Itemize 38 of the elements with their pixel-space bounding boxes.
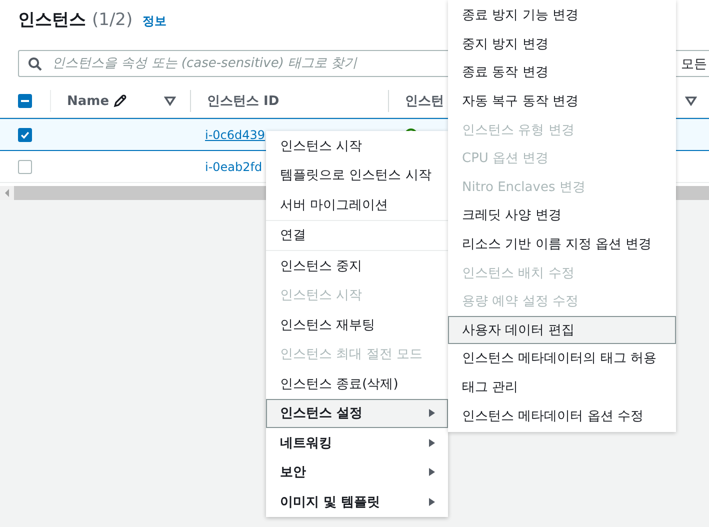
menu-item[interactable]: 인스턴스 시작	[266, 131, 448, 160]
row-checkbox[interactable]	[18, 128, 32, 142]
menu-item[interactable]: 인스턴스 설정	[266, 398, 448, 428]
column-header[interactable]: 인스턴스 ID	[207, 92, 280, 110]
menu-item[interactable]: 리소스 기반 이름 지정 옵션 변경	[448, 230, 676, 258]
menu-item[interactable]: 인스턴스 메타데이터 옵션 수정	[448, 401, 676, 430]
page-title: 인스턴스	[18, 9, 86, 31]
row-checkbox[interactable]	[18, 160, 32, 174]
menu-item[interactable]: 템플릿으로 인스턴스 시작	[266, 160, 448, 190]
instance-count: (1/2)	[92, 10, 133, 30]
menu-item[interactable]: 이미지 및 템플릿	[266, 487, 448, 516]
search-icon	[28, 57, 42, 71]
menu-item[interactable]: 연결	[266, 220, 448, 250]
menu-item[interactable]: 사용자 데이터 편집	[448, 316, 676, 344]
menu-item[interactable]: 종료 방지 기능 변경	[448, 1, 676, 30]
menu-item[interactable]: 인스턴스 종료(삭제)	[266, 369, 448, 398]
instance-id-link[interactable]: i-0eab2fd	[205, 160, 262, 174]
submenu-arrow-icon	[429, 498, 435, 506]
submenu-arrow-icon	[429, 409, 435, 418]
column-header[interactable]: 인스턴	[405, 92, 444, 110]
menu-item[interactable]: 인스턴스 중지	[266, 251, 448, 280]
menu-item[interactable]: 자동 복구 동작 변경	[448, 86, 676, 116]
submenu-arrow-icon	[429, 468, 435, 476]
sort-caret-icon[interactable]	[685, 96, 697, 106]
select-all-checkbox[interactable]	[18, 94, 32, 108]
menu-item[interactable]: 보안	[266, 458, 448, 487]
menu-item[interactable]: 인스턴스 재부팅	[266, 310, 448, 340]
menu-item[interactable]: 태그 관리	[448, 372, 676, 402]
pencil-icon	[113, 94, 128, 108]
menu-item[interactable]: 크레딧 사양 변경	[448, 201, 676, 230]
menu-item[interactable]: 네트워킹	[266, 428, 448, 458]
column-header[interactable]: Name	[67, 94, 110, 108]
menu-item[interactable]: 서버 마이그레이션	[266, 190, 448, 220]
sort-caret-icon[interactable]	[164, 96, 176, 106]
submenu-arrow-icon	[429, 438, 435, 447]
menu-item[interactable]: 인스턴스 메타데이터의 태그 허용	[448, 344, 676, 373]
instance-id-link[interactable]: i-0c6d439	[205, 128, 266, 142]
info-link[interactable]: 정보	[142, 13, 167, 30]
